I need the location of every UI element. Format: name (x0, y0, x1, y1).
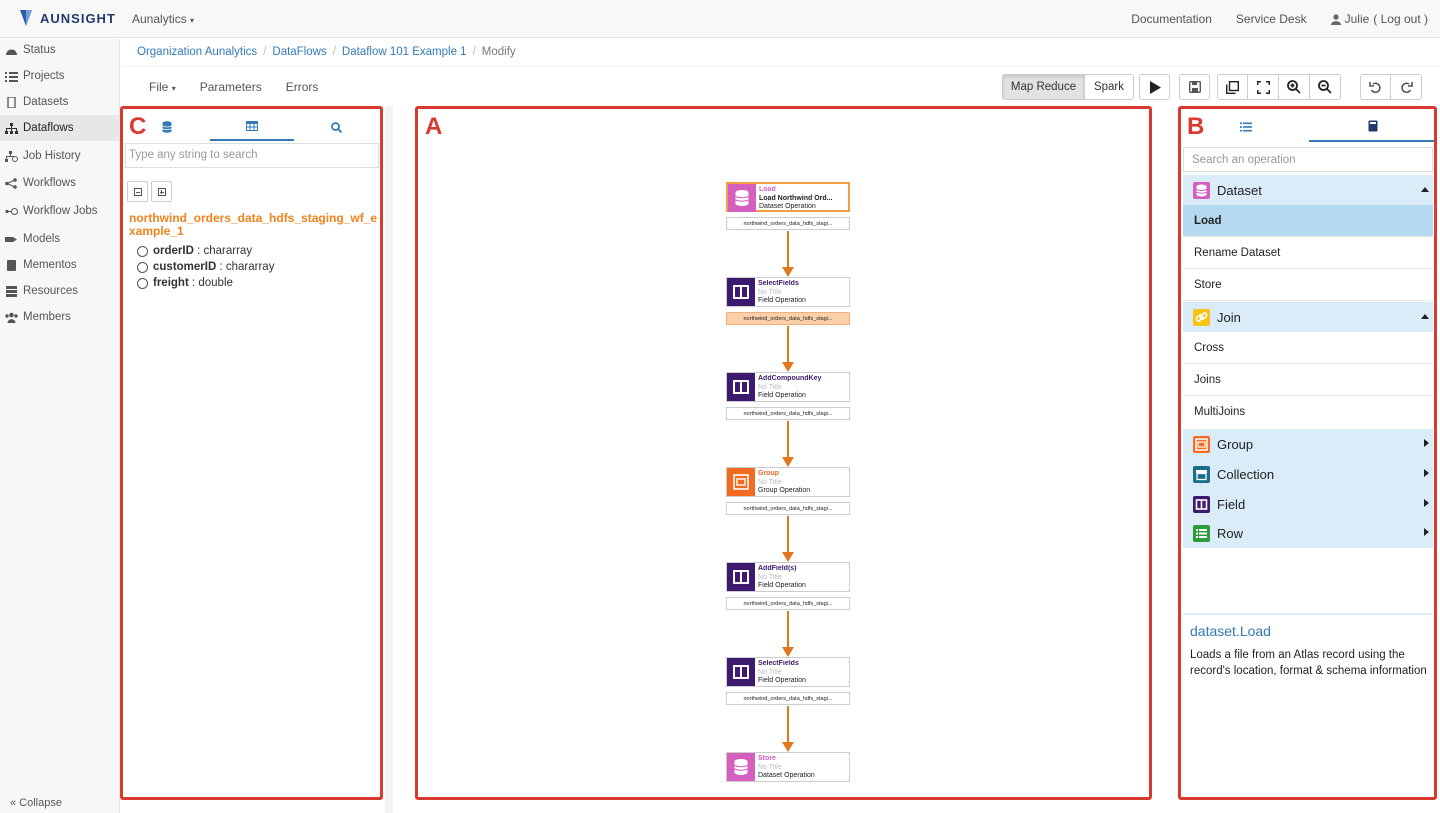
zoom-out-button[interactable] (1310, 74, 1341, 100)
history-group (1360, 74, 1422, 100)
dashboard-icon (5, 45, 18, 56)
model-icon (5, 234, 18, 245)
documentation-link[interactable]: Documentation (1131, 12, 1212, 26)
sidebar-item-workflow-jobs[interactable]: Workflow Jobs (0, 198, 120, 224)
user-name: Julie (1344, 12, 1370, 26)
breadcrumb: Organization Aunalytics / DataFlows / Data… (137, 46, 516, 58)
sidebar-item-label: Mementos (23, 259, 77, 271)
workflow-icon (5, 177, 18, 189)
errors-menu[interactable]: Errors (286, 80, 319, 94)
top-navbar: AUNSIGHT Aunalytics ▾ Documentation Serv… (0, 0, 1440, 38)
save-button[interactable] (1179, 74, 1210, 100)
user-menu[interactable]: Julie ( Log out ) (1330, 12, 1428, 26)
sidebar-item-models[interactable]: Models (0, 226, 120, 252)
zoom-in-icon (1287, 80, 1301, 94)
sidebar-item-mementos[interactable]: Mementos (0, 252, 120, 278)
view-group (1217, 74, 1341, 100)
brand-name: AUNSIGHT (40, 10, 116, 26)
users-icon (5, 312, 18, 323)
sidebar-item-datasets[interactable]: Datasets (0, 89, 120, 115)
sidebar-item-workflows[interactable]: Workflows (0, 170, 120, 196)
sidebar-item-label: Projects (23, 70, 65, 82)
undo-button[interactable] (1360, 74, 1391, 100)
left-sidebar: Status Projects Datasets Dataflows Job H… (0, 39, 120, 813)
org-switcher-label: Aunalytics (132, 12, 187, 26)
top-nav-links: Documentation Service Desk Julie ( Log o… (1131, 12, 1428, 26)
editor-menu: File ▾ Parameters Errors (149, 80, 318, 94)
zoom-out-icon (1318, 80, 1332, 94)
sidebar-item-label: Members (23, 311, 71, 323)
collapse-sidebar-button[interactable]: « Collapse (10, 797, 62, 809)
play-icon (1149, 80, 1161, 94)
sidebar-item-label: Workflows (23, 177, 76, 189)
redo-icon (1400, 81, 1413, 93)
file-menu-label: File (149, 80, 169, 94)
sidebar-item-label: Models (23, 233, 61, 245)
annotation-frame-b (1178, 106, 1437, 800)
annotation-frame-c (120, 106, 383, 800)
run-group (1139, 74, 1170, 100)
floppy-icon (1188, 81, 1201, 93)
run-button[interactable] (1139, 74, 1170, 100)
aunsight-logo-icon (18, 8, 34, 28)
divider (123, 66, 1440, 67)
expand-icon (1256, 80, 1270, 94)
fit-screen-button[interactable] (1248, 74, 1279, 100)
parameters-menu[interactable]: Parameters (200, 80, 262, 94)
copy-icon (1226, 80, 1239, 94)
annotation-label-c: C (129, 113, 147, 140)
annotation-label-a: A (425, 113, 443, 140)
spark-button[interactable]: Spark (1085, 74, 1134, 100)
caret-down-icon: ▾ (190, 16, 195, 25)
engine-toggle: Map Reduce Spark (1002, 74, 1134, 100)
sidebar-item-label: Dataflows (23, 122, 74, 134)
map-reduce-button[interactable]: Map Reduce (1002, 74, 1085, 100)
logout-link[interactable]: ( Log out ) (1373, 12, 1428, 26)
sidebar-item-label: Status (23, 44, 56, 56)
file-menu[interactable]: File ▾ (149, 80, 176, 94)
breadcrumb-dataflows[interactable]: DataFlows (272, 46, 326, 58)
list-icon (5, 71, 18, 82)
breadcrumb-current: Modify (481, 46, 516, 58)
save-group (1179, 74, 1210, 100)
breadcrumb-dataflow[interactable]: Dataflow 101 Example 1 (342, 46, 467, 58)
server-icon (5, 285, 18, 297)
zoom-in-button[interactable] (1279, 74, 1310, 100)
memento-icon (5, 259, 18, 271)
sidebar-item-resources[interactable]: Resources (0, 278, 120, 304)
annotation-frame-a (415, 106, 1152, 800)
org-switcher[interactable]: Aunalytics ▾ (132, 12, 194, 26)
service-desk-link[interactable]: Service Desk (1236, 12, 1307, 26)
caret-down-icon: ▾ (171, 84, 176, 93)
sidebar-item-dataflows[interactable]: Dataflows (0, 115, 120, 141)
sidebar-item-label: Datasets (23, 96, 69, 108)
sidebar-item-members[interactable]: Members (0, 304, 120, 330)
sitemap-clock-icon (5, 150, 18, 162)
user-icon (1330, 13, 1341, 25)
copy-button[interactable] (1217, 74, 1248, 100)
workflow-clock-icon (5, 206, 18, 217)
breadcrumb-organization[interactable]: Organization Aunalytics (137, 46, 257, 58)
redo-button[interactable] (1391, 74, 1422, 100)
sidebar-item-label: Job History (23, 150, 81, 162)
file-icon (5, 95, 18, 109)
panel-resize-handle[interactable] (385, 106, 393, 813)
sidebar-item-label: Workflow Jobs (23, 205, 98, 217)
annotation-label-b: B (1187, 113, 1205, 140)
sitemap-icon (5, 122, 18, 134)
brand-logo[interactable]: AUNSIGHT (18, 8, 116, 28)
sidebar-item-job-history[interactable]: Job History (0, 143, 120, 169)
undo-icon (1369, 81, 1381, 93)
sidebar-item-status[interactable]: Status (0, 37, 120, 63)
sidebar-item-label: Resources (23, 285, 78, 297)
sidebar-item-projects[interactable]: Projects (0, 63, 120, 89)
